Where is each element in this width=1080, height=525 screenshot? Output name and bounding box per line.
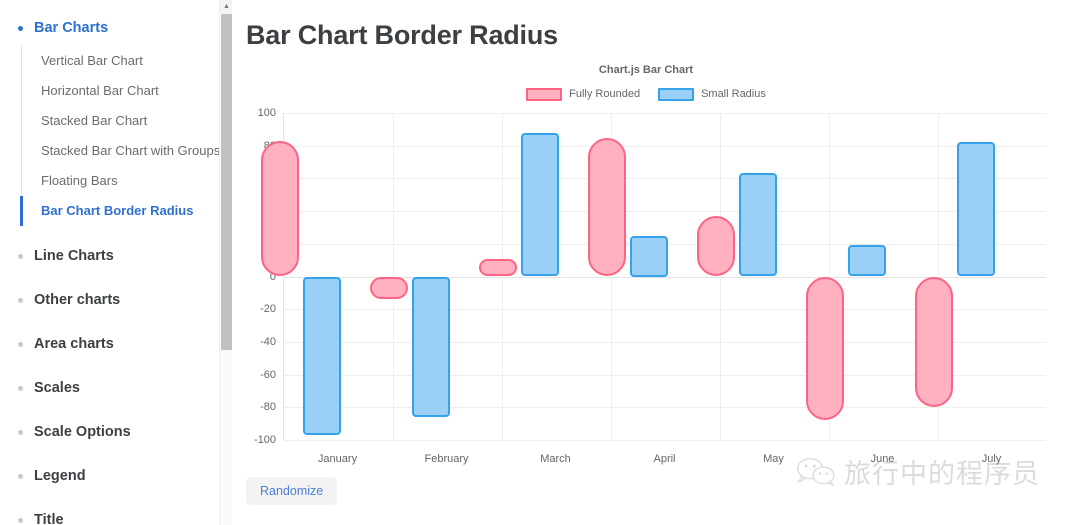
sidebar-group-label: Bar Charts xyxy=(34,20,109,36)
bar-january-small-radius[interactable] xyxy=(302,276,341,436)
sidebar-item-other-charts[interactable]: Other charts xyxy=(0,286,232,314)
legend-swatch xyxy=(526,87,563,101)
chart-title: Chart.js Bar Chart xyxy=(598,64,694,76)
sidebar-group-label: Area charts xyxy=(34,336,114,352)
sidebar-item-stacked-bar-chart[interactable]: Stacked Bar Chart xyxy=(0,106,232,136)
sidebar-item-bar-chart-border-radius[interactable]: Bar Chart Border Radius xyxy=(0,196,232,226)
x-axis: January February March April May June July xyxy=(283,441,1046,471)
button-row: Randomize xyxy=(246,477,1080,505)
x-axis-tick-label: January xyxy=(317,453,358,465)
x-axis-tick-label: March xyxy=(540,453,571,465)
bar-june-small-radius[interactable] xyxy=(847,245,886,277)
app-root: Bar Charts Vertical Bar Chart Horizontal B… xyxy=(0,0,1080,525)
x-axis-tick-label: April xyxy=(653,453,676,465)
sidebar-group-label: Other charts xyxy=(34,292,121,308)
bar-july-fully-rounded[interactable] xyxy=(914,276,953,408)
sidebar-item-floating-bars[interactable]: Floating Bars xyxy=(0,166,232,196)
legend-item[interactable]: Small Radius xyxy=(658,87,766,101)
legend-swatch xyxy=(658,87,695,101)
bar-april-fully-rounded[interactable] xyxy=(587,137,626,277)
bullet-icon xyxy=(18,429,23,435)
chart-plot-area: 100806040200-20-40-60-80-100 JanuaryFebr… xyxy=(246,107,1046,465)
scroll-up-arrow-icon[interactable]: ▲ xyxy=(220,0,232,13)
sidebar-item-horizontal-bar-chart[interactable]: Horizontal Bar Chart xyxy=(0,76,232,106)
sidebar-item-title[interactable]: Title xyxy=(0,506,232,525)
sidebar-scrollbar[interactable]: ▲ xyxy=(219,0,232,525)
sidebar-sublist: Vertical Bar Chart Horizontal Bar Chart St… xyxy=(0,46,232,226)
bullet-icon xyxy=(18,517,23,523)
sidebar-item-line-charts[interactable]: Line Charts xyxy=(0,242,232,270)
page-title: Bar Chart Border Radius xyxy=(246,20,558,50)
bar-february-small-radius[interactable] xyxy=(411,276,450,418)
bar-may-small-radius[interactable] xyxy=(738,173,777,277)
legend-label: Small Radius xyxy=(701,88,766,100)
sidebar-item-vertical-bar-chart[interactable]: Vertical Bar Chart xyxy=(0,46,232,76)
bullet-icon xyxy=(18,341,23,347)
sidebar-group-label: Legend xyxy=(34,468,86,484)
sidebar-group: Scale Options xyxy=(0,418,232,446)
sidebar-group: Scales xyxy=(0,374,232,402)
sidebar-item-scales[interactable]: Scales xyxy=(0,374,232,402)
bar-july-small-radius[interactable] xyxy=(956,142,995,277)
x-axis-tick-label: June xyxy=(870,453,895,465)
sidebar-group-label: Scales xyxy=(34,380,80,396)
legend-label: Fully Rounded xyxy=(569,88,641,100)
bullet-icon xyxy=(18,297,23,303)
bullet-icon xyxy=(18,473,23,479)
bar-june-fully-rounded[interactable] xyxy=(805,276,844,421)
bullet-icon xyxy=(18,253,23,259)
sidebar-item-area-charts[interactable]: Area charts xyxy=(0,330,232,358)
sidebar-group: Other charts xyxy=(0,286,232,314)
bullet-icon xyxy=(18,385,23,391)
chart-bars xyxy=(246,113,1046,440)
chart-legend[interactable]: Fully Rounded Small Radius xyxy=(246,85,1046,103)
randomize-button[interactable]: Randomize xyxy=(246,477,338,505)
sidebar-item-scale-options[interactable]: Scale Options xyxy=(0,418,232,446)
bar-may-fully-rounded[interactable] xyxy=(696,216,735,277)
sidebar-group: Line Charts xyxy=(0,242,232,270)
x-axis-tick-label: February xyxy=(424,453,469,465)
sidebar-item-stacked-bar-chart-with-groups[interactable]: Stacked Bar Chart with Groups xyxy=(0,136,232,166)
scrollbar-thumb[interactable] xyxy=(221,14,232,350)
sidebar-group: Area charts xyxy=(0,330,232,358)
sidebar-nav: Bar Charts Vertical Bar Chart Horizontal B… xyxy=(0,14,232,525)
sidebar-item-bar-charts[interactable]: Bar Charts xyxy=(0,14,232,42)
bar-january-fully-rounded[interactable] xyxy=(260,140,299,277)
sidebar-group-label: Scale Options xyxy=(34,424,131,440)
main-content: Bar Chart Border Radius Chart.js Bar Cha… xyxy=(232,0,1080,525)
legend-item[interactable]: Fully Rounded xyxy=(526,87,641,101)
sidebar-group-label: Title xyxy=(34,512,64,525)
bullet-icon xyxy=(18,25,23,31)
x-axis-tick-label: May xyxy=(763,453,784,465)
x-axis-tick-label: July xyxy=(981,453,1002,465)
sidebar: Bar Charts Vertical Bar Chart Horizontal B… xyxy=(0,0,232,525)
sidebar-group-label: Line Charts xyxy=(34,248,114,264)
bar-march-fully-rounded[interactable] xyxy=(478,258,517,277)
sidebar-item-legend[interactable]: Legend xyxy=(0,462,232,490)
sidebar-group: Title xyxy=(0,506,232,525)
chart-container[interactable]: Chart.js Bar Chart Fully Rounded Small Ra… xyxy=(246,63,1046,465)
bar-april-small-radius[interactable] xyxy=(629,235,668,277)
sidebar-group: Legend xyxy=(0,462,232,490)
bar-february-fully-rounded[interactable] xyxy=(369,276,408,300)
bar-march-small-radius[interactable] xyxy=(520,132,559,277)
sidebar-group: Bar Charts Vertical Bar Chart Horizontal B… xyxy=(0,14,232,226)
